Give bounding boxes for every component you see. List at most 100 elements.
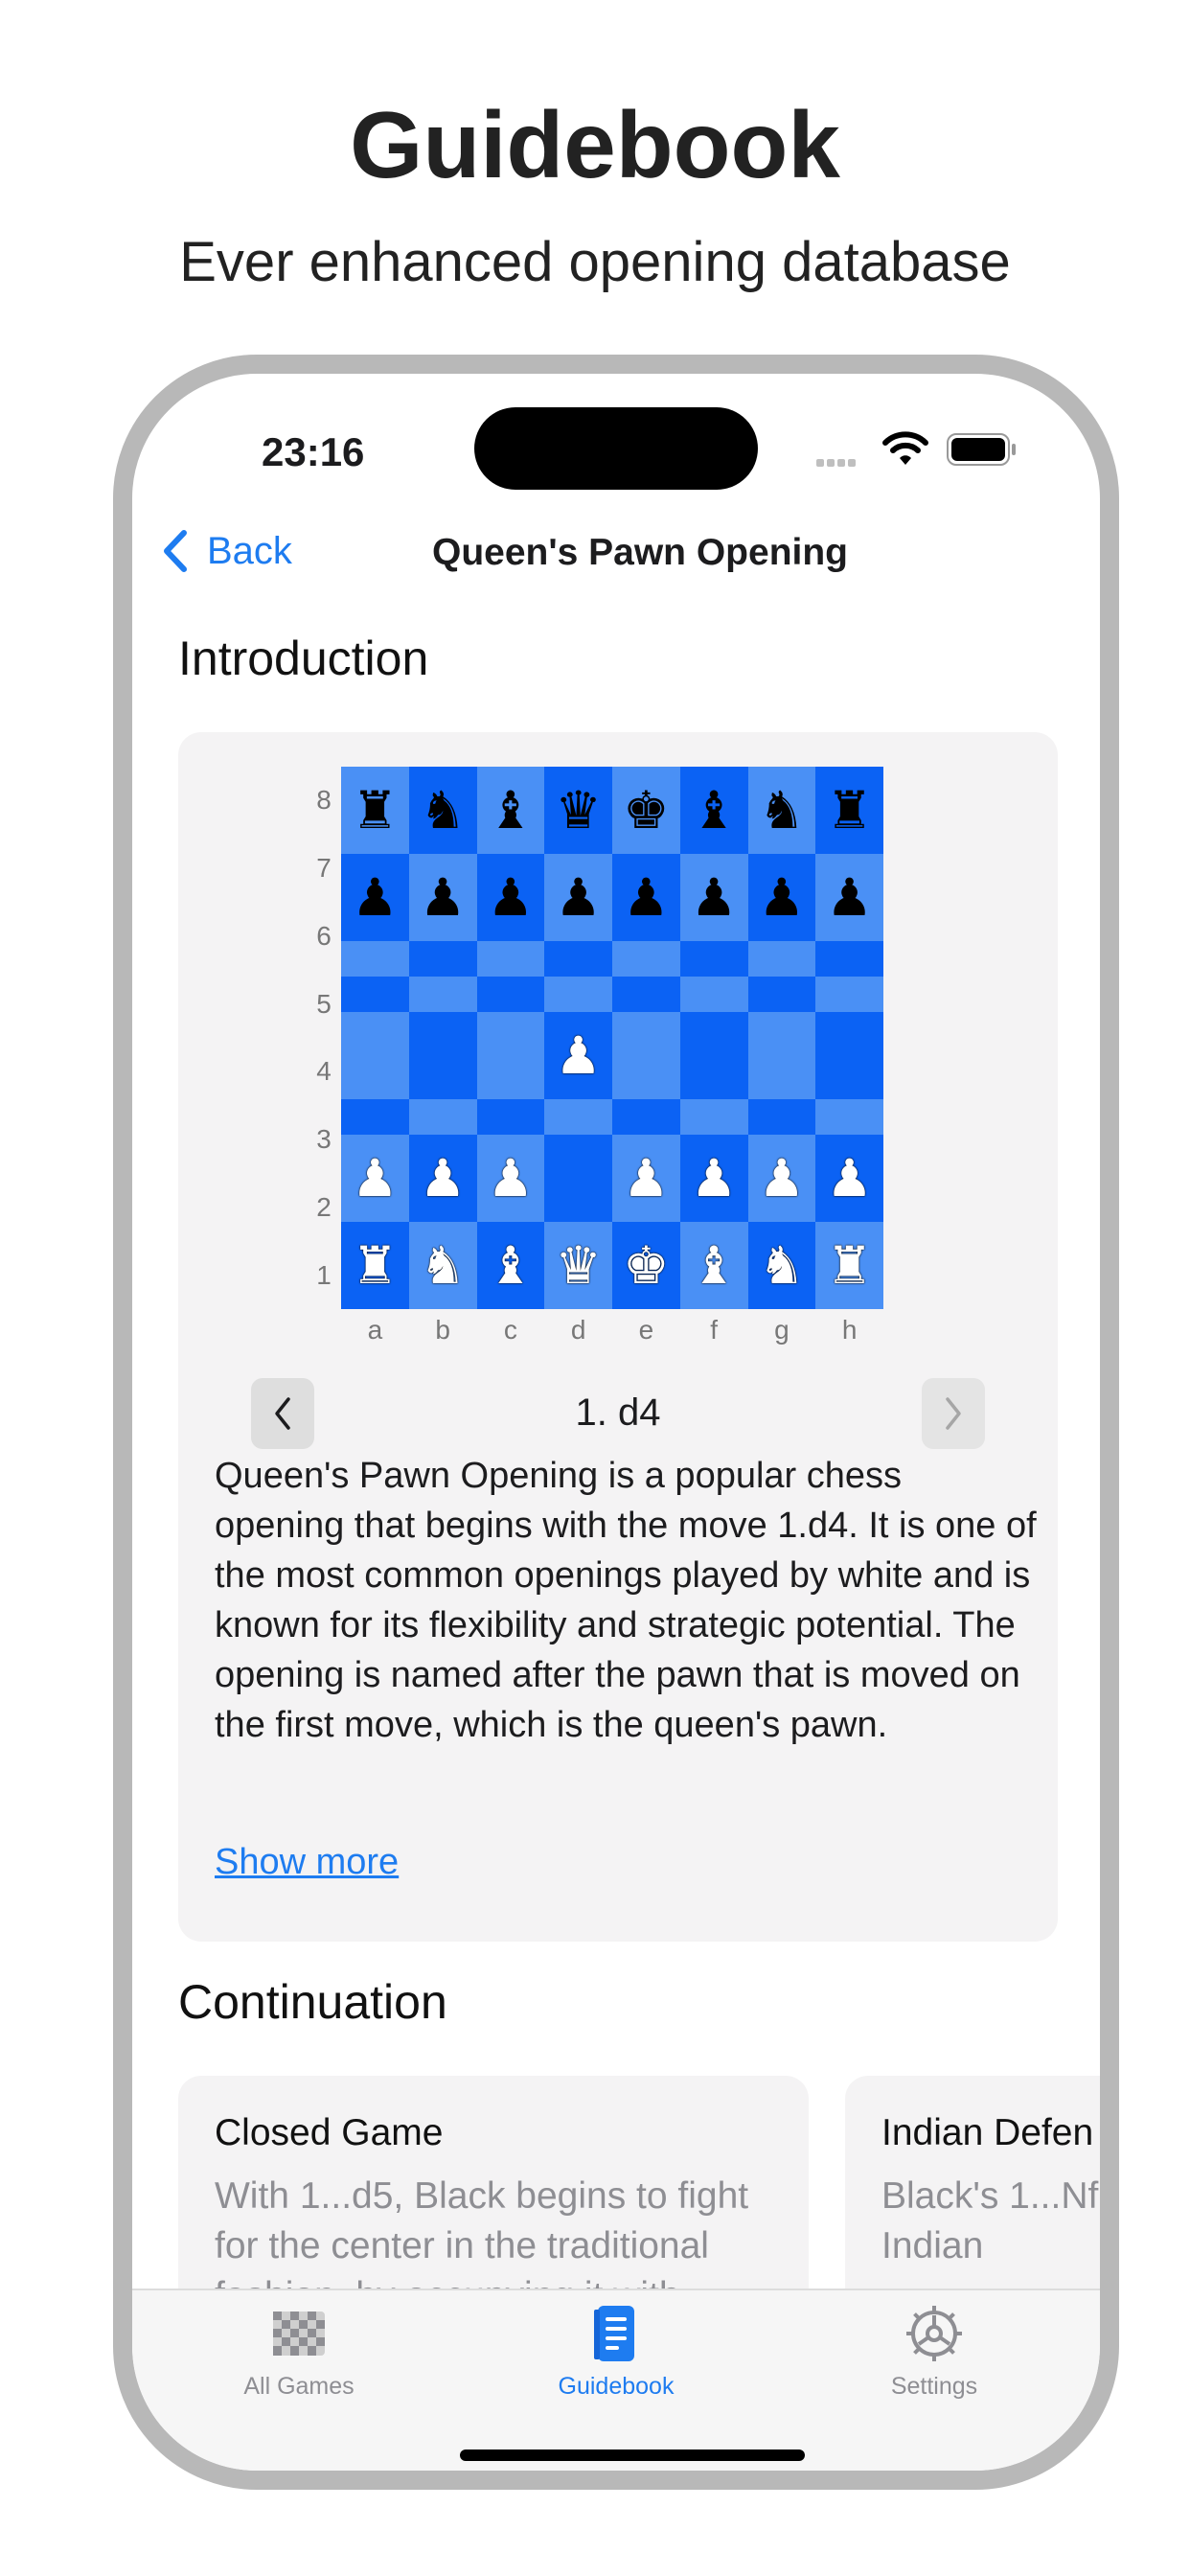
rank-label: 4: [316, 1056, 332, 1087]
board-square-c3[interactable]: [476, 1099, 545, 1135]
board-square-a6[interactable]: [341, 941, 409, 977]
board-square-f5[interactable]: [679, 977, 748, 1012]
board-square-h1[interactable]: ♜: [815, 1222, 883, 1309]
board-square-f6[interactable]: [679, 941, 748, 977]
continuation-card-title: Indian Defen: [881, 2112, 1094, 2153]
board-square-b8[interactable]: ♞: [408, 767, 477, 854]
rank-label: 2: [316, 1191, 332, 1222]
board-square-a3[interactable]: [341, 1099, 409, 1135]
board-square-g2[interactable]: ♟: [747, 1135, 816, 1222]
board-square-e4[interactable]: [612, 1012, 680, 1099]
board-square-f3[interactable]: [679, 1099, 748, 1135]
black-pawn-icon: ♟: [419, 868, 467, 927]
promo-subtitle: Ever enhanced opening database: [179, 231, 1011, 293]
board-square-d1[interactable]: ♛: [544, 1222, 612, 1309]
black-pawn-icon: ♟: [555, 868, 602, 927]
board-square-c1[interactable]: ♝: [476, 1222, 545, 1309]
board-square-a4[interactable]: [341, 1012, 409, 1099]
white-pawn-icon: ♟: [419, 1149, 467, 1208]
board-square-b5[interactable]: [408, 977, 477, 1012]
board-square-d3[interactable]: [544, 1099, 612, 1135]
rank-label: 8: [316, 785, 332, 816]
board-square-d6[interactable]: [544, 941, 612, 977]
board-square-f2[interactable]: ♟: [679, 1135, 748, 1222]
file-label: c: [503, 1315, 517, 1345]
board-square-f1[interactable]: ♝: [679, 1222, 748, 1309]
board-square-g5[interactable]: [747, 977, 816, 1012]
dynamic-island: [474, 407, 758, 490]
board-square-c5[interactable]: [476, 977, 545, 1012]
board-square-g8[interactable]: ♞: [747, 767, 816, 854]
board-square-h6[interactable]: [815, 941, 883, 977]
board-square-b6[interactable]: [408, 941, 477, 977]
white-pawn-icon: ♟: [690, 1149, 738, 1208]
board-square-a5[interactable]: [341, 977, 409, 1012]
white-pawn-icon: ♟: [623, 1149, 670, 1208]
introduction-text: Queen's Pawn Opening is a popular chess …: [215, 1456, 1037, 1745]
board-square-c6[interactable]: [476, 941, 545, 977]
continuation-heading: Continuation: [178, 1975, 447, 2029]
board-square-a7[interactable]: ♟: [341, 854, 409, 941]
file-label: f: [710, 1315, 719, 1345]
board-square-h2[interactable]: ♟: [815, 1135, 883, 1222]
board-square-b2[interactable]: ♟: [408, 1135, 477, 1222]
board-square-b4[interactable]: [408, 1012, 477, 1099]
board-square-e5[interactable]: [612, 977, 680, 1012]
board-square-e1[interactable]: ♚: [612, 1222, 680, 1309]
board-square-f8[interactable]: ♝: [679, 767, 748, 854]
black-bishop-icon: ♝: [690, 781, 738, 840]
board-square-c2[interactable]: ♟: [476, 1135, 545, 1222]
board-square-d5[interactable]: [544, 977, 612, 1012]
introduction-heading: Introduction: [178, 632, 429, 685]
board-square-h8[interactable]: ♜: [815, 767, 883, 854]
white-pawn-icon: ♟: [826, 1149, 873, 1208]
board-square-b1[interactable]: ♞: [408, 1222, 477, 1309]
board-square-g7[interactable]: ♟: [747, 854, 816, 941]
board-square-h4[interactable]: [815, 1012, 883, 1099]
board-square-d4[interactable]: ♟: [544, 1012, 612, 1099]
board-square-g3[interactable]: [747, 1099, 816, 1135]
board-square-g4[interactable]: [747, 1012, 816, 1099]
board-square-h3[interactable]: [815, 1099, 883, 1135]
white-king-icon: ♚: [623, 1236, 670, 1295]
board-square-f7[interactable]: ♟: [679, 854, 748, 941]
board-square-e2[interactable]: ♟: [612, 1135, 680, 1222]
board-square-d7[interactable]: ♟: [544, 854, 612, 941]
tab-settings[interactable]: Settings: [838, 2302, 1030, 2401]
board-square-g6[interactable]: [747, 941, 816, 977]
board-square-g1[interactable]: ♞: [747, 1222, 816, 1309]
board-square-a8[interactable]: ♜: [341, 767, 409, 854]
show-more-link[interactable]: Show more: [215, 1842, 399, 1883]
previous-move-button[interactable]: [251, 1378, 314, 1449]
black-rook-icon: ♜: [826, 781, 873, 840]
board-square-d8[interactable]: ♛: [544, 767, 612, 854]
white-pawn-icon: ♟: [487, 1149, 535, 1208]
tab-guidebook[interactable]: Guidebook: [520, 2302, 712, 2401]
introduction-card: ♜ ♞ ♝ ♛ ♚ ♝ ♞ ♜ ♟ ♟ ♟ ♟ ♟ ♟ ♟ ♟ ♟ ♟ ♟ ♟ ♟ ♟ ♟ ♟ ♜ ♞ ♝ ♛ ♚ ♝ ♞ ♜ 8 7 6 5 4 3 2…: [178, 732, 1058, 1942]
white-knight-icon: ♞: [758, 1236, 806, 1295]
board-square-c4[interactable]: [476, 1012, 545, 1099]
status-time: 23:16: [262, 429, 365, 474]
back-button[interactable]: Back: [161, 522, 292, 580]
board-square-b7[interactable]: ♟: [408, 854, 477, 941]
board-square-e3[interactable]: [612, 1099, 680, 1135]
board-square-b3[interactable]: [408, 1099, 477, 1135]
board-square-d2[interactable]: [544, 1135, 612, 1222]
white-pawn-icon: ♟: [758, 1149, 806, 1208]
board-square-a1[interactable]: ♜: [341, 1222, 409, 1309]
board-square-e6[interactable]: [612, 941, 680, 977]
board-square-e8[interactable]: ♚: [612, 767, 680, 854]
board-square-a2[interactable]: ♟: [341, 1135, 409, 1222]
board-square-c7[interactable]: ♟: [476, 854, 545, 941]
tab-all-games[interactable]: All Games: [203, 2302, 395, 2401]
black-pawn-icon: ♟: [690, 868, 738, 927]
board-square-h7[interactable]: ♟: [815, 854, 883, 941]
board-square-c8[interactable]: ♝: [476, 767, 545, 854]
black-pawn-icon: ♟: [623, 868, 670, 927]
promo-title: Guidebook: [350, 92, 840, 197]
board-square-e7[interactable]: ♟: [612, 854, 680, 941]
board-square-f4[interactable]: [679, 1012, 748, 1099]
board-square-h5[interactable]: [815, 977, 883, 1012]
next-move-button[interactable]: [922, 1378, 985, 1449]
white-bishop-icon: ♝: [487, 1236, 535, 1295]
